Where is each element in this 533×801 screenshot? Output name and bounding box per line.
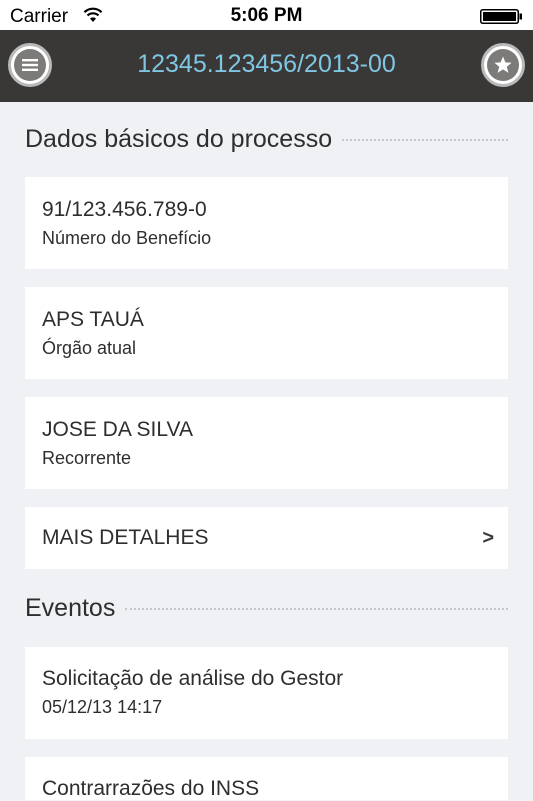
section-header-events: Eventos <box>25 591 508 625</box>
appellant-label: Recorrente <box>42 448 132 468</box>
current-organ-label: Órgão atual <box>42 338 137 358</box>
navigation-bar: 12345.123456/2013-00 <box>0 30 533 102</box>
favorite-button[interactable] <box>481 43 525 87</box>
section-header-basic: Dados básicos do processo <box>25 122 508 156</box>
event-date: 05/12/13 14:17 <box>42 697 163 717</box>
page-title: 12345.123456/2013-00 <box>137 50 396 78</box>
clock-label: 5:06 PM <box>230 5 303 26</box>
menu-icon <box>22 59 38 71</box>
section-divider <box>342 139 508 141</box>
event-item[interactable]: Solicitação de análise do Gestor 05/12/1… <box>25 647 508 739</box>
more-details-button[interactable]: MAIS DETALHES > <box>25 507 508 569</box>
section-title-basic: Dados básicos do processo <box>25 124 333 153</box>
more-details-label: MAIS DETALHES <box>42 526 209 549</box>
appellant-value: JOSE DA SILVA <box>42 418 193 441</box>
benefit-number-label: Número do Benefício <box>42 228 212 248</box>
info-card-appellant: JOSE DA SILVA Recorrente <box>25 397 508 489</box>
event-item[interactable]: Contrarrazões do INSS <box>25 757 508 800</box>
current-organ-value: APS TAUÁ <box>42 308 144 331</box>
section-title-events: Eventos <box>25 593 116 622</box>
info-card-benefit-number: 91/123.456.789-0 Número do Benefício <box>25 177 508 269</box>
status-bar: Carrier 5:06 PM <box>0 0 533 30</box>
benefit-number-value: 91/123.456.789-0 <box>42 198 207 221</box>
battery-icon <box>480 9 522 24</box>
menu-button[interactable] <box>8 43 52 87</box>
star-icon <box>494 56 512 73</box>
event-title: Contrarrazões do INSS <box>42 777 260 800</box>
chevron-right-icon: > <box>482 526 494 549</box>
section-divider <box>125 608 508 610</box>
event-title: Solicitação de análise do Gestor <box>42 667 344 690</box>
info-card-current-organ: APS TAUÁ Órgão atual <box>25 287 508 379</box>
